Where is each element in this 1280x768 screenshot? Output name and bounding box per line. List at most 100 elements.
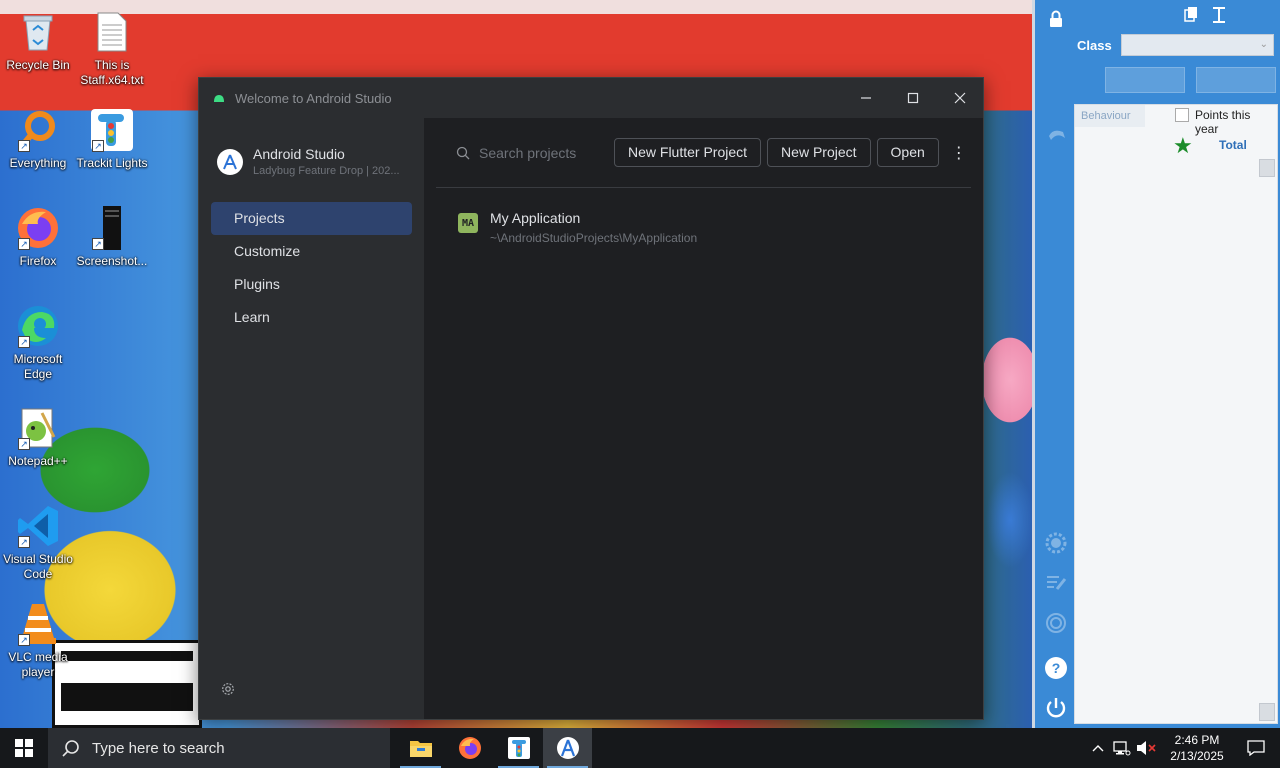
points-this-year-checkbox[interactable] — [1175, 108, 1189, 122]
shortcut-arrow-icon: ↗ — [18, 536, 30, 548]
shortcut-arrow-icon: ↗ — [18, 238, 30, 250]
panel-button-1[interactable] — [1105, 67, 1185, 93]
text-file-icon — [90, 10, 134, 54]
power-icon[interactable] — [1043, 695, 1069, 721]
firefox-icon — [458, 737, 481, 759]
folder-icon — [409, 741, 432, 757]
project-badge: MA — [458, 213, 478, 233]
volume-muted-icon[interactable] — [1134, 740, 1158, 756]
network-icon[interactable] — [1110, 740, 1134, 756]
shortcut-arrow-icon: ↗ — [18, 438, 30, 450]
panel-rail: ? — [1035, 0, 1075, 728]
minimize-icon — [860, 97, 871, 99]
help-icon[interactable]: ? — [1043, 655, 1069, 681]
android-studio-small-icon — [213, 91, 225, 106]
vscode-icon: ↗ — [16, 504, 60, 548]
project-path: ~\AndroidStudioProjects\MyApplication — [490, 231, 698, 245]
maximize-button[interactable] — [889, 78, 936, 118]
project-name: My Application — [490, 210, 581, 226]
product-version: Ladybug Feature Drop | 202... — [253, 165, 400, 177]
shortcut-arrow-icon: ↗ — [92, 140, 104, 152]
points-this-year-label: Points this year — [1195, 108, 1251, 136]
search-icon — [62, 740, 79, 757]
desktop-icon-label: Firefox — [19, 254, 57, 268]
project-item[interactable]: MA My Application ~\AndroidStudioProject… — [458, 210, 983, 245]
taskbar-firefox[interactable] — [445, 728, 494, 768]
nav-item-learn[interactable]: Learn — [211, 301, 412, 334]
settings-icon[interactable] — [1043, 530, 1069, 556]
desktop-icon-notepad-plus-plus[interactable]: ↗ Notepad++ — [0, 406, 76, 469]
wallpaper-decoration — [0, 0, 1032, 14]
lock-icon[interactable] — [1043, 6, 1069, 32]
panel-button-2[interactable] — [1196, 67, 1276, 93]
desktop-icon-trackit-lights[interactable]: ↗ Trackit Lights — [74, 108, 150, 171]
welcome-sidebar: Android Studio Ladybug Feature Drop | 20… — [199, 118, 424, 719]
taskbar-file-explorer[interactable] — [396, 728, 445, 768]
desktop-icon-vscode[interactable]: ↗ Visual Studio Code — [0, 504, 76, 582]
shortcut-arrow-icon: ↗ — [18, 634, 30, 646]
desktop-icon-staff-file[interactable]: This is Staff.x64.txt — [74, 10, 150, 88]
taskbar-android-studio[interactable] — [543, 728, 592, 768]
desktop-icon-label: Notepad++ — [8, 454, 68, 468]
window-title: Welcome to Android Studio — [235, 90, 392, 106]
copy-icon[interactable] — [1180, 6, 1202, 24]
class-select[interactable]: ⌄ — [1121, 34, 1274, 56]
taskbar-search-box[interactable]: Type here to search — [48, 728, 390, 768]
taskbar-trackit-lights[interactable] — [494, 728, 543, 768]
minimize-button[interactable] — [842, 78, 889, 118]
recent-projects-list: MA My Application ~\AndroidStudioProject… — [424, 188, 983, 245]
recycle-bin-icon — [16, 10, 60, 54]
window-titlebar[interactable]: Welcome to Android Studio — [199, 78, 983, 118]
taskbar: Type here to search 2:46 PM 2/13/2025 — [0, 728, 1280, 768]
nav-item-plugins[interactable]: Plugins — [211, 268, 412, 301]
search-projects-input[interactable]: Search projects — [456, 145, 608, 161]
total-label: Total — [1219, 138, 1247, 152]
nav-item-projects[interactable]: Projects — [211, 202, 412, 235]
search-placeholder: Search projects — [479, 144, 577, 161]
nav-item-customize[interactable]: Customize — [211, 235, 412, 268]
android-studio-welcome-window: Welcome to Android Studio Android Studio… — [198, 77, 984, 720]
traffic-light-icon — [507, 737, 530, 759]
settings-gear-icon[interactable] — [221, 682, 235, 699]
shortcut-arrow-icon: ↗ — [18, 140, 30, 152]
target-icon[interactable] — [1043, 610, 1069, 636]
scroll-down-button[interactable] — [1259, 703, 1275, 721]
undo-icon[interactable] — [1043, 122, 1069, 148]
desktop-icon-vlc[interactable]: ↗ VLC media player — [0, 602, 76, 680]
shortcut-arrow-icon: ↗ — [92, 238, 104, 250]
screenshot-icon: ↗ — [90, 206, 134, 250]
desktop-icon-label: Visual Studio Code — [3, 552, 73, 581]
traffic-light-icon: ↗ — [90, 108, 134, 152]
tab-behaviour[interactable]: Behaviour — [1075, 105, 1145, 127]
windows-logo-icon — [15, 739, 33, 757]
desktop-icon-label: Recycle Bin — [6, 58, 70, 72]
more-options-icon[interactable]: ⋮ — [951, 143, 967, 163]
desktop-icon-recycle-bin[interactable]: Recycle Bin — [0, 10, 76, 73]
svg-text:?: ? — [1052, 660, 1061, 676]
new-project-button[interactable]: New Project — [767, 138, 871, 167]
search-icon — [456, 146, 470, 159]
open-button[interactable]: Open — [876, 138, 939, 167]
system-tray: 2:46 PM 2/13/2025 — [1086, 728, 1280, 768]
desktop-icon-edge[interactable]: ↗ Microsoft Edge — [0, 304, 76, 382]
clock-date: 2/13/2025 — [1170, 749, 1224, 763]
desktop-icon-firefox[interactable]: ↗ Firefox — [0, 206, 76, 269]
welcome-nav: Projects Customize Plugins Learn — [199, 202, 424, 334]
desktop-icon-everything[interactable]: ↗ Everything — [0, 108, 76, 171]
notepad-plus-plus-icon: ↗ — [16, 406, 60, 450]
clock-time: 2:46 PM — [1174, 733, 1220, 747]
close-icon — [954, 92, 965, 104]
new-flutter-project-button[interactable]: New Flutter Project — [614, 138, 762, 167]
start-button[interactable] — [0, 728, 48, 768]
chevron-up-icon[interactable] — [1086, 744, 1110, 752]
android-studio-icon — [556, 737, 579, 759]
scroll-up-button[interactable] — [1259, 159, 1275, 177]
close-button[interactable] — [936, 78, 983, 118]
text-cursor-icon[interactable] — [1208, 6, 1230, 24]
desktop-icon-label: Microsoft Edge — [13, 352, 63, 381]
notification-center-icon[interactable] — [1232, 740, 1280, 756]
edit-list-icon[interactable] — [1043, 570, 1069, 596]
desktop-icon-screenshot[interactable]: ↗ Screenshot... — [74, 206, 150, 269]
taskbar-clock[interactable]: 2:46 PM 2/13/2025 — [1162, 732, 1232, 764]
desktop-icon-label: Everything — [9, 156, 67, 170]
